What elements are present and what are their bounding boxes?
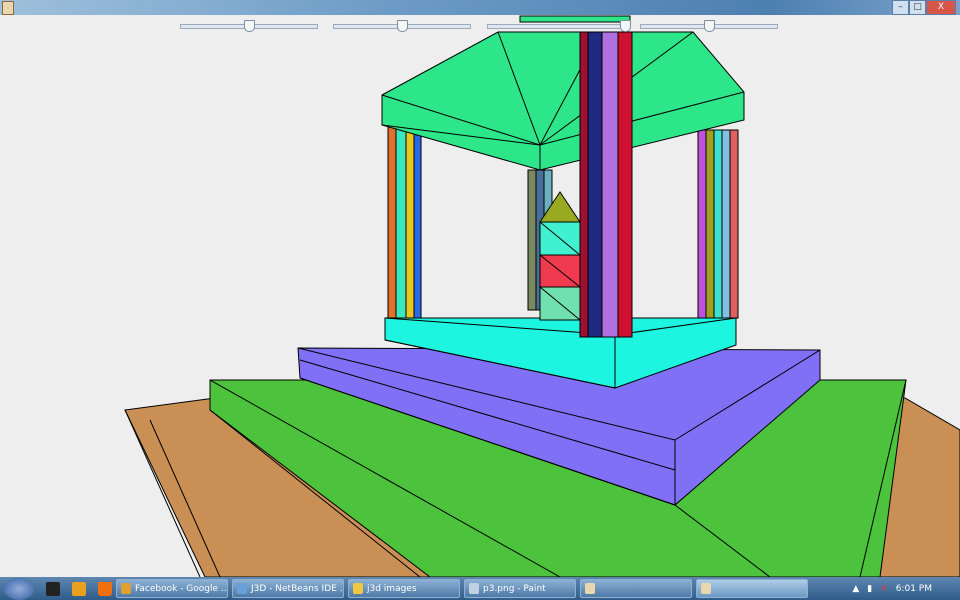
task-java-2[interactable] [696, 579, 808, 598]
3d-canvas[interactable] [0, 0, 960, 577]
task-label: j3d images [367, 583, 417, 594]
slider-thumb[interactable] [397, 20, 408, 32]
task-facebook[interactable]: Facebook - Google ... [116, 579, 228, 598]
java-icon [585, 583, 595, 594]
task-label: p3.png - Paint [483, 583, 546, 594]
cmd-icon[interactable] [46, 581, 60, 596]
slider-thumb[interactable] [244, 20, 255, 32]
slider-3[interactable] [487, 20, 631, 32]
start-button[interactable] [4, 577, 34, 600]
slider-thumb[interactable] [704, 20, 715, 32]
netbeans-icon [237, 583, 247, 594]
left-column [387, 121, 422, 319]
network-icon[interactable]: ▮ [867, 584, 872, 594]
front-column [579, 31, 633, 338]
slider-thumb[interactable] [620, 20, 631, 32]
task-java-1[interactable] [580, 579, 692, 598]
slider-1[interactable] [180, 20, 318, 32]
task-paint[interactable]: p3.png - Paint [464, 579, 576, 598]
right-column [697, 129, 739, 319]
task-j3d-images[interactable]: j3d images [348, 579, 460, 598]
volume-icon[interactable]: ✕ [880, 584, 888, 594]
task-label: Facebook - Google ... [135, 583, 228, 594]
task-netbeans[interactable]: J3D - NetBeans IDE ... [232, 579, 344, 598]
slider-2[interactable] [333, 20, 471, 32]
clock[interactable]: 6:01 PM [896, 584, 932, 594]
slider-4[interactable] [640, 20, 778, 32]
folder-icon [353, 583, 363, 594]
chrome-icon [121, 583, 131, 594]
vlc-icon[interactable] [98, 581, 112, 596]
java-icon [701, 583, 711, 594]
paint-icon [469, 583, 479, 594]
show-hidden-icons[interactable]: ▲ [852, 584, 859, 594]
system-tray: ▲ ▮ ✕ 6:01 PM [852, 584, 960, 594]
task-label: J3D - NetBeans IDE ... [251, 583, 344, 594]
taskbar: Facebook - Google ... J3D - NetBeans IDE… [0, 577, 960, 600]
media-player-icon[interactable] [72, 581, 86, 596]
